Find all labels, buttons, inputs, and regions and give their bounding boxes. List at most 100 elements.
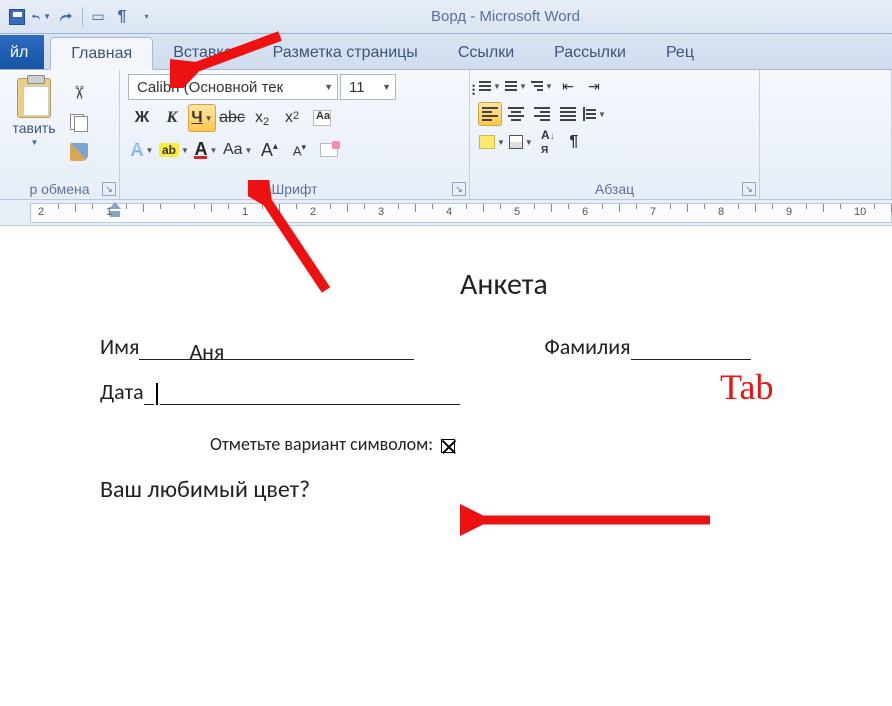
copy-button[interactable]	[66, 110, 92, 134]
bullets-icon	[479, 81, 491, 91]
subscript-button[interactable]: x2	[248, 104, 276, 132]
font-name-value: Calibri (Основной тек	[137, 79, 283, 96]
strike-icon: abc	[219, 109, 245, 127]
date-underline-before-caret	[144, 383, 154, 405]
tab-mailings[interactable]: Рассылки	[534, 36, 646, 69]
paste-button[interactable]: тавить ▼	[8, 74, 60, 179]
decrease-indent-icon: ⇤	[562, 78, 574, 95]
document-area[interactable]: Анкета Имя Аня Фамилия Дата Отметьте вар…	[0, 226, 892, 504]
group-label-clipboard: р обмена	[8, 179, 111, 197]
group-styles-partial	[760, 70, 892, 199]
tab-references[interactable]: Ссылки	[438, 36, 534, 69]
chevron-down-icon: ▼	[245, 146, 253, 155]
superscript-icon: x2	[285, 109, 299, 127]
undo-button[interactable]: ▼	[30, 6, 52, 28]
redo-button[interactable]	[54, 6, 76, 28]
line-spacing-icon	[583, 107, 596, 121]
ruler-number: 5	[514, 206, 520, 218]
paragraph-launcher[interactable]: ↘	[742, 182, 756, 196]
borders-icon	[509, 135, 523, 149]
chevron-down-icon: ▼	[598, 110, 606, 119]
tab-page-layout[interactable]: Разметка страницы	[253, 36, 438, 69]
italic-icon: К	[167, 109, 178, 127]
ruler-number: 4	[446, 206, 452, 218]
tab-home[interactable]: Главная	[50, 37, 153, 70]
sort-button[interactable]: А↓Я	[536, 130, 560, 154]
qat-unknown-button[interactable]: ▭	[87, 6, 109, 28]
name-underline-left	[139, 338, 179, 360]
surname-label: Фамилия	[544, 333, 630, 360]
subscript-icon: x2	[255, 109, 269, 127]
underline-icon: Ч	[191, 109, 202, 127]
shading-button[interactable]: ▼	[478, 130, 506, 154]
align-left-button[interactable]	[478, 102, 502, 126]
font-size-combo[interactable]: 11 ▼	[340, 74, 396, 100]
field-date: Дата	[100, 378, 460, 405]
text-effects-button[interactable]: A▼	[128, 136, 156, 164]
underline-button[interactable]: Ч▼	[188, 104, 216, 132]
bold-button[interactable]: Ж	[128, 104, 156, 132]
font-name-combo[interactable]: Calibri (Основной тек ▼	[128, 74, 338, 100]
group-clipboard: тавить ▼ ✂ р обмена ↘	[0, 70, 120, 199]
ruler-area: 211234567891011	[0, 200, 892, 226]
align-left-icon	[482, 107, 498, 121]
font-color-icon: A	[194, 142, 207, 159]
chevron-down-icon: ▼	[324, 82, 333, 92]
bullets-button[interactable]: ▼	[478, 74, 502, 98]
checkbox-x-icon	[441, 439, 455, 453]
font-launcher[interactable]: ↘	[452, 182, 466, 196]
font-color-button[interactable]: A▼	[192, 136, 220, 164]
ruler-number: 10	[854, 206, 866, 218]
ruler-number: 2	[310, 206, 316, 218]
italic-button[interactable]: К	[158, 104, 186, 132]
chevron-down-icon: ▼	[497, 138, 505, 147]
show-marks-button[interactable]: ¶	[111, 6, 133, 28]
numbering-button[interactable]: ▼	[504, 74, 528, 98]
pilcrow-icon: ¶	[118, 8, 127, 26]
align-right-button[interactable]	[530, 102, 554, 126]
tab-file[interactable]: йл	[0, 35, 44, 69]
shrink-font-button[interactable]: A▾	[285, 136, 313, 164]
copy-icon	[70, 114, 88, 130]
highlight-button[interactable]: ab▼	[158, 136, 190, 164]
cut-button[interactable]: ✂	[66, 80, 92, 104]
group-label-font: Шрифт	[128, 179, 461, 197]
horizontal-ruler[interactable]: 211234567891011	[30, 203, 892, 223]
ruler-number: 3	[378, 206, 384, 218]
change-case-dropdown[interactable]: Aa▼	[222, 136, 254, 164]
form-row-name: Имя Аня Фамилия	[100, 333, 892, 360]
chevron-down-icon: ▼	[382, 82, 391, 92]
borders-button[interactable]: ▼	[508, 130, 534, 154]
chevron-down-icon: ▼	[209, 146, 217, 155]
tab-insert[interactable]: Вставка	[153, 36, 252, 69]
clipboard-icon	[17, 78, 51, 118]
decrease-indent-button[interactable]: ⇤	[556, 74, 580, 98]
line-spacing-button[interactable]: ▼	[582, 102, 607, 126]
chevron-down-icon: ▼	[181, 146, 189, 155]
field-surname: Фамилия	[544, 333, 750, 360]
change-case-button[interactable]: Aa	[308, 104, 336, 132]
font-size-value: 11	[349, 79, 365, 96]
clipboard-launcher[interactable]: ↘	[102, 182, 116, 196]
ruler-number: 9	[786, 206, 792, 218]
qat-customize-button[interactable]: ▾	[135, 6, 157, 28]
show-hide-button[interactable]: ¶	[562, 130, 586, 154]
grow-font-button[interactable]: A▴	[255, 136, 283, 164]
strike-button[interactable]: abc	[218, 104, 246, 132]
align-center-button[interactable]	[504, 102, 528, 126]
tab-review[interactable]: Рец	[646, 36, 714, 69]
annotation-tab-label: Tab	[720, 366, 773, 408]
scissors-icon: ✂	[69, 84, 90, 99]
increase-indent-button[interactable]: ⇥	[582, 74, 606, 98]
multilevel-icon	[531, 81, 543, 91]
format-painter-button[interactable]	[66, 140, 92, 164]
separator	[82, 7, 83, 27]
save-button[interactable]	[6, 6, 28, 28]
multilevel-button[interactable]: ▼	[530, 74, 554, 98]
sort-icon: А↓Я	[541, 128, 555, 156]
justify-button[interactable]	[556, 102, 580, 126]
date-underline-after-caret	[160, 383, 460, 405]
superscript-button[interactable]: x2	[278, 104, 306, 132]
clear-format-button[interactable]	[315, 136, 343, 164]
ruler-number: 2	[38, 206, 44, 218]
